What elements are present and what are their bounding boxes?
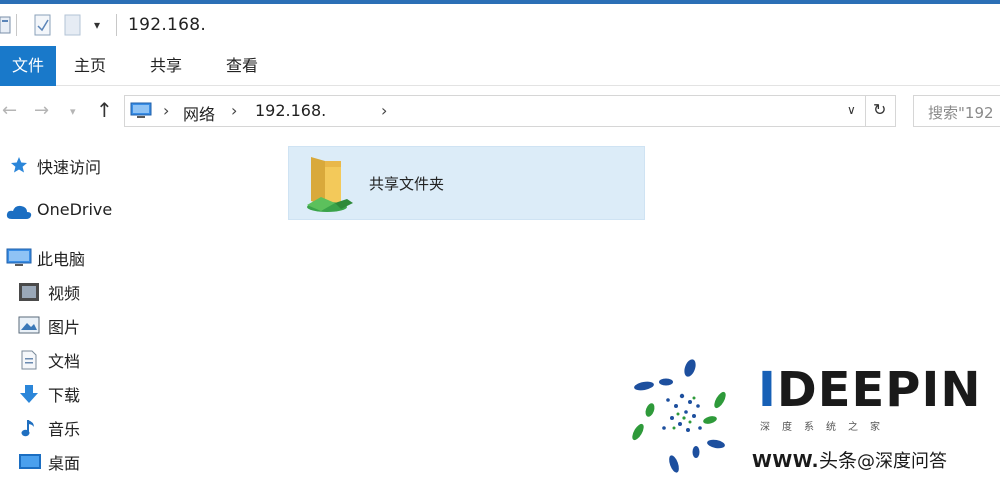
sidebar-item-label: 文档 bbox=[48, 352, 81, 371]
sidebar-item-videos[interactable]: 视频 bbox=[0, 276, 268, 306]
navigation-bar: ← → ▾ ↑ › 网络 › 192.168. › ∨ ↻ 搜索"192 bbox=[0, 86, 1000, 136]
sidebar-item-label: 视频 bbox=[48, 284, 81, 303]
sidebar-item-onedrive[interactable]: OneDrive bbox=[0, 196, 268, 226]
qat-divider bbox=[16, 14, 17, 36]
tab-view[interactable]: 查看 bbox=[210, 46, 274, 86]
address-bar[interactable]: › 网络 › 192.168. › ∨ bbox=[124, 95, 866, 127]
sidebar-item-label: 下载 bbox=[48, 386, 81, 405]
search-input[interactable]: 搜索"192 bbox=[913, 95, 1000, 127]
sidebar-item-label: 图片 bbox=[48, 318, 81, 337]
sidebar-item-this-pc[interactable]: 此电脑 bbox=[0, 242, 268, 272]
breadcrumb-separator[interactable]: › bbox=[163, 101, 169, 120]
tab-share[interactable]: 共享 bbox=[134, 46, 198, 86]
tab-home[interactable]: 主页 bbox=[58, 46, 122, 86]
window-title: 192.168. bbox=[128, 15, 207, 35]
sidebar-item-music[interactable]: 音乐 bbox=[0, 412, 268, 442]
breadcrumb-ip[interactable]: 192.168. bbox=[255, 101, 326, 120]
star-icon bbox=[11, 157, 27, 173]
breadcrumb-network[interactable]: 网络 bbox=[183, 101, 215, 125]
properties-check-icon[interactable] bbox=[34, 14, 52, 36]
network-computer-icon bbox=[130, 102, 152, 118]
back-arrow-icon[interactable]: ← bbox=[2, 100, 17, 121]
sidebar-item-downloads[interactable]: 下载 bbox=[0, 378, 268, 408]
refresh-icon: ↻ bbox=[873, 100, 887, 119]
download-icon bbox=[20, 385, 38, 403]
picture-icon bbox=[18, 316, 40, 334]
tab-file[interactable]: 文件 bbox=[0, 46, 56, 86]
sidebar-item-label: 桌面 bbox=[48, 454, 81, 473]
qat-dropdown-icon[interactable]: ▾ bbox=[94, 18, 100, 32]
cloud-icon bbox=[6, 205, 32, 219]
quick-access-toolbar: ▾ 192.168. bbox=[0, 4, 1000, 44]
address-dropdown-icon[interactable]: ∨ bbox=[847, 103, 856, 117]
breadcrumb-separator[interactable]: › bbox=[381, 101, 387, 120]
sidebar-item-label: 快速访问 bbox=[37, 158, 102, 177]
watermark-text: WWW.头条@深度问答 bbox=[752, 450, 947, 472]
shared-folder-icon bbox=[307, 157, 353, 212]
refresh-button[interactable]: ↻ bbox=[866, 95, 896, 127]
computer-icon bbox=[6, 248, 32, 266]
sidebar-item-label: 此电脑 bbox=[37, 250, 86, 269]
breadcrumb-separator[interactable]: › bbox=[231, 101, 237, 120]
ribbon-tabs: 文件 主页 共享 查看 bbox=[0, 46, 1000, 86]
sidebar-item-label: 音乐 bbox=[48, 420, 81, 439]
sidebar-item-desktop[interactable]: 桌面 bbox=[0, 446, 268, 476]
desktop-icon bbox=[19, 454, 41, 469]
sidebar-item-label: OneDrive bbox=[37, 200, 113, 219]
up-arrow-icon[interactable]: ↑ bbox=[96, 98, 113, 122]
navigation-pane: 快速访问 OneDrive 此电脑 视频 图片 文档 下载 音乐 桌面 bbox=[0, 136, 268, 488]
sidebar-item-pictures[interactable]: 图片 bbox=[0, 310, 268, 340]
folder-label: 共享文件夹 bbox=[369, 175, 445, 193]
sidebar-item-quick-access[interactable]: 快速访问 bbox=[0, 150, 268, 180]
brand-wordmark: IDEEPIN bbox=[758, 362, 982, 418]
document-icon bbox=[21, 350, 37, 370]
recent-locations-icon[interactable]: ▾ bbox=[70, 105, 76, 118]
sidebar-item-documents[interactable]: 文档 bbox=[0, 344, 268, 374]
music-icon bbox=[21, 420, 34, 437]
search-placeholder: 搜索"192 bbox=[928, 104, 994, 122]
forward-arrow-icon[interactable]: → bbox=[34, 100, 49, 121]
ideepin-logo-icon bbox=[632, 359, 726, 473]
qat-divider bbox=[116, 14, 117, 36]
brand-subtitle: 深度系统之家 bbox=[760, 422, 892, 433]
folder-item-shared[interactable]: 共享文件夹 bbox=[288, 146, 645, 220]
video-icon bbox=[19, 283, 39, 301]
new-folder-icon[interactable] bbox=[64, 14, 82, 36]
